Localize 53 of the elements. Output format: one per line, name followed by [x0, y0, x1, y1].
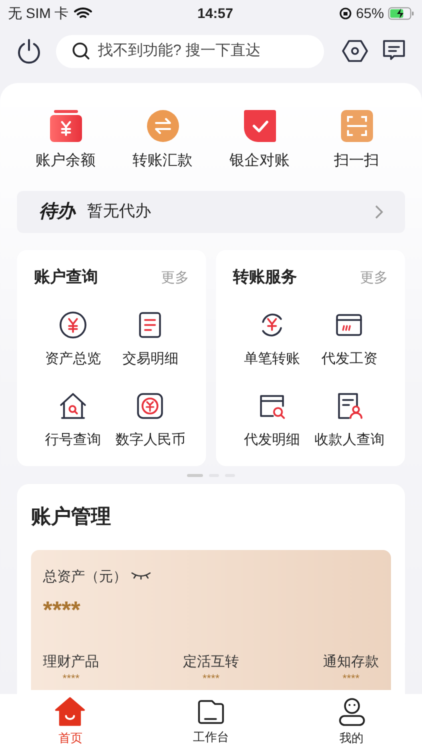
product-label: 通知存款: [323, 652, 379, 670]
status-time: 14:57: [197, 4, 234, 22]
total-assets-value: ****: [43, 596, 82, 626]
chevron-right-icon: [375, 204, 383, 218]
product-value: ****: [62, 672, 80, 686]
digital-yuan-icon: [135, 390, 166, 420]
quick-action-button[interactable]: 账户余额: [17, 108, 114, 172]
service-item[interactable]: 行号查询: [34, 390, 112, 450]
service-item[interactable]: 单笔转账: [233, 310, 310, 368]
product-label: 理财产品: [43, 652, 99, 670]
hexagon-settings-icon[interactable]: [342, 38, 368, 64]
nav-tab[interactable]: 工作台: [140, 694, 282, 750]
service-item[interactable]: 交易明细: [112, 310, 189, 368]
service-item[interactable]: 资产总览: [34, 310, 112, 368]
battery-icon: [388, 6, 414, 20]
section-title: 账户管理: [31, 504, 112, 530]
power-icon[interactable]: [16, 38, 42, 64]
quick-action-button[interactable]: 扫一扫: [308, 108, 405, 172]
card-title: 转账服务: [233, 268, 297, 288]
service-item[interactable]: 代发工资: [310, 310, 388, 368]
scan-icon: [338, 108, 374, 144]
message-icon[interactable]: [382, 39, 406, 63]
wifi-icon: [74, 6, 92, 20]
card-title: 账户查询: [34, 267, 98, 288]
service-item[interactable]: 代发明细: [233, 390, 310, 450]
nav-tab[interactable]: 我的: [281, 694, 422, 750]
search-icon: [72, 42, 90, 60]
service-item[interactable]: 收款人查询: [310, 390, 388, 450]
battery-percent: 65%: [356, 4, 384, 22]
closed-eye-icon[interactable]: [131, 571, 151, 581]
todo-text: 暂无代办: [87, 202, 152, 222]
checkmark-icon: [242, 108, 278, 144]
transfer-icon: [144, 108, 180, 144]
quick-action-button[interactable]: 银企对账: [211, 108, 308, 172]
todo-label: 待办: [39, 200, 75, 223]
service-item[interactable]: 数字人民币: [112, 390, 189, 450]
yuan-coin-icon: [58, 310, 88, 340]
search-field[interactable]: 找不到功能? 搜一下直达: [98, 40, 308, 62]
person-icon: [336, 697, 367, 727]
wallet-icon: [48, 108, 84, 144]
quick-action-button[interactable]: 转账汇款: [114, 108, 211, 172]
todo-bar[interactable]: 待办 暂无代办: [17, 190, 405, 232]
product-value: ****: [342, 672, 360, 686]
search-bar[interactable]: 找不到功能? 搜一下直达: [56, 34, 324, 68]
home-icon: [55, 697, 86, 727]
product-label: 定活互转: [183, 652, 239, 670]
product-value: ****: [202, 672, 220, 686]
rotation-lock-icon: [338, 6, 352, 20]
total-assets-label: 总资产（元）: [43, 566, 127, 586]
nav-tab[interactable]: 首页: [0, 694, 141, 750]
bank-search-icon: [58, 390, 88, 420]
carrier-label: 无 SIM 卡: [8, 4, 69, 22]
folder-icon: [196, 698, 225, 726]
